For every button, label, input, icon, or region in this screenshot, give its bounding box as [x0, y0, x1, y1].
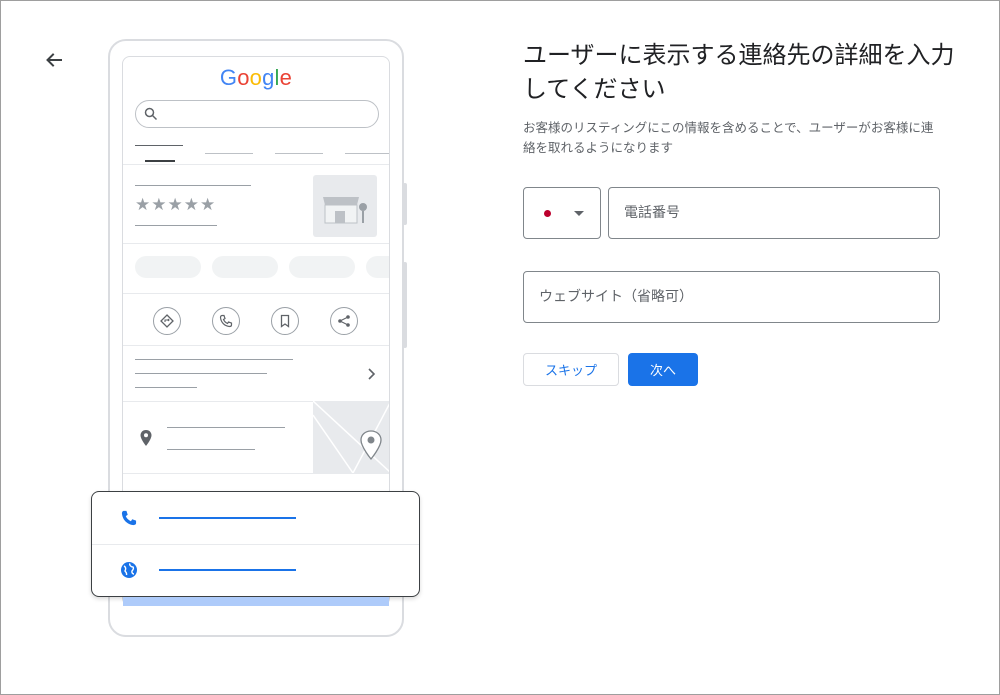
share-icon — [330, 307, 358, 335]
divider — [123, 345, 389, 346]
business-thumbnail — [313, 175, 377, 237]
search-icon — [144, 107, 158, 121]
arrow-back-icon[interactable] — [44, 50, 64, 70]
divider — [92, 544, 419, 545]
placeholder-line — [135, 185, 251, 186]
globe-icon — [121, 562, 137, 578]
website-placeholder-line — [159, 569, 296, 571]
country-code-select[interactable] — [523, 187, 601, 239]
highlight-bar — [123, 597, 389, 606]
divider — [123, 473, 389, 474]
tab-active — [145, 160, 175, 162]
japan-flag-icon — [544, 210, 551, 217]
placeholder-line — [135, 373, 267, 374]
placeholder-line — [135, 225, 217, 226]
contact-info-popup — [91, 491, 420, 597]
chevron-right-icon — [368, 368, 376, 380]
phone-icon — [121, 510, 137, 526]
search-bar — [135, 100, 379, 128]
logo-letter: e — [279, 65, 293, 90]
phone-icon — [212, 307, 240, 335]
chip — [135, 256, 201, 278]
chip — [212, 256, 278, 278]
phone-side-button — [403, 262, 407, 348]
bookmark-icon — [271, 307, 299, 335]
placeholder-line — [167, 449, 255, 450]
google-logo: Google — [123, 65, 389, 91]
location-pin-icon — [140, 430, 152, 446]
chip — [289, 256, 355, 278]
logo-letter: o — [237, 65, 250, 90]
rating-stars: ★★★★★ — [135, 195, 217, 215]
tab — [345, 153, 389, 154]
divider — [123, 293, 389, 294]
phone-side-button — [403, 183, 407, 225]
chip — [366, 256, 389, 278]
next-button[interactable]: 次へ — [628, 353, 698, 386]
page-subtitle: お客様のリスティングにこの情報を含めることで、ユーザーがお客様に連絡を取れるよう… — [523, 120, 934, 155]
skip-button[interactable]: スキップ — [523, 353, 619, 386]
directions-icon — [153, 307, 181, 335]
website-input[interactable] — [523, 271, 940, 323]
phone-number-input[interactable] — [608, 187, 940, 239]
logo-letter: g — [262, 65, 275, 90]
map-thumbnail — [313, 401, 389, 473]
tab — [275, 153, 323, 154]
placeholder-line — [135, 359, 293, 360]
divider — [123, 164, 389, 165]
caret-down-icon — [574, 211, 584, 216]
divider — [123, 243, 389, 244]
placeholder-line — [135, 387, 197, 388]
tab-indicator — [135, 145, 183, 146]
phone-placeholder-line — [159, 517, 296, 519]
logo-letter: G — [219, 65, 238, 90]
page-title: ユーザーに表示する連絡先の詳細を入力してください — [523, 41, 955, 103]
placeholder-line — [167, 427, 285, 428]
tab — [205, 153, 253, 154]
storefront-icon — [323, 197, 367, 224]
logo-letter: o — [249, 65, 263, 90]
